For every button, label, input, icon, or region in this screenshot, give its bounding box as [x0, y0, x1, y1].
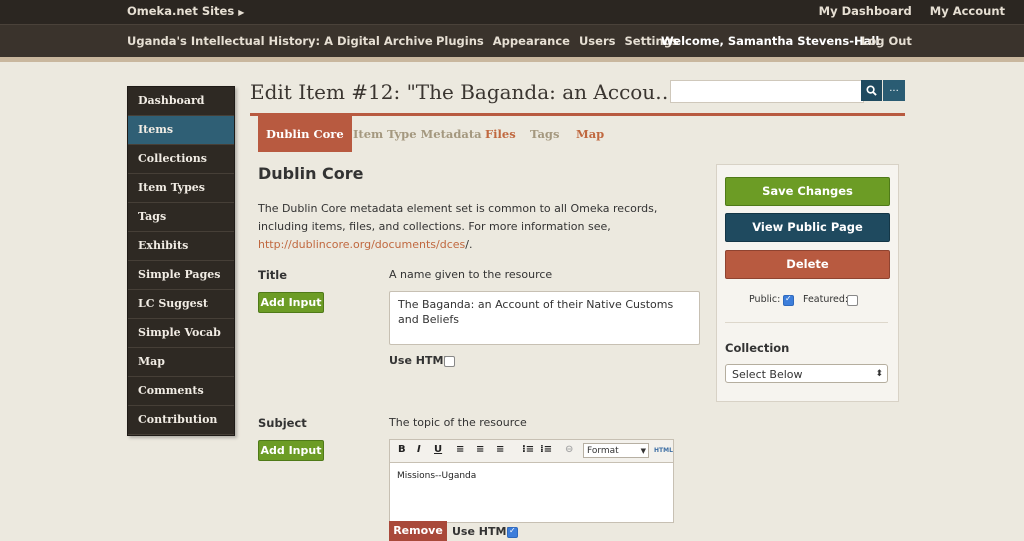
sidebar-item-simple-vocab[interactable]: Simple Vocab	[128, 319, 234, 348]
subject-rich-text-editor[interactable]: B I U ≡ ≡ ≡ ⁝≡ ⁞≡ ⊖ Format ▼ HTML Missio…	[389, 439, 674, 523]
dublin-core-link[interactable]: http://dublincore.org/documents/dces	[258, 238, 465, 251]
sidebar-item-map[interactable]: Map	[128, 348, 234, 377]
description-text: The Dublin Core metadata element set is …	[258, 202, 658, 233]
header-divider	[0, 57, 1024, 62]
html-toggle[interactable]: HTML	[654, 447, 673, 454]
save-changes-button[interactable]: Save Changes	[725, 177, 890, 206]
tab-item-type-metadata[interactable]: Item Type Metadata	[353, 116, 482, 152]
nav-appearance[interactable]: Appearance	[493, 34, 570, 48]
admin-sidebar: Dashboard Items Collections Item Types T…	[127, 86, 235, 436]
underline-icon[interactable]: U	[434, 444, 442, 455]
welcome-user: Welcome, Samantha Stevens-Hall	[661, 34, 880, 48]
sidebar-item-contribution[interactable]: Contribution	[128, 406, 234, 435]
sidebar-item-item-types[interactable]: Item Types	[128, 174, 234, 203]
italic-icon[interactable]: I	[417, 444, 421, 455]
format-select-value: Format	[587, 446, 619, 456]
description-suffix: /.	[465, 238, 473, 251]
tab-map[interactable]: Map	[576, 116, 604, 152]
sidebar-item-simple-pages[interactable]: Simple Pages	[128, 261, 234, 290]
tab-files[interactable]: Files	[485, 116, 516, 152]
select-arrows-icon: ⬍	[875, 369, 883, 379]
title-add-input-button[interactable]: Add Input	[258, 292, 324, 313]
tab-tags[interactable]: Tags	[530, 116, 559, 152]
site-nav-bar: Uganda's Intellectual History: A Digital…	[0, 24, 1024, 58]
subject-use-html-checkbox[interactable]	[507, 526, 518, 538]
subject-field-hint: The topic of the resource	[389, 416, 527, 429]
nav-users[interactable]: Users	[579, 34, 616, 48]
bullet-list-icon[interactable]: ⁝≡	[522, 444, 534, 455]
logout-link[interactable]: Log Out	[861, 34, 912, 48]
collection-select[interactable]: Select Below ⬍	[725, 364, 888, 383]
subject-remove-button[interactable]: Remove	[389, 521, 447, 541]
subject-editor-content[interactable]: Missions--Uganda	[397, 471, 476, 481]
title-field-label: Title	[258, 268, 288, 282]
nav-plugins[interactable]: Plugins	[436, 34, 484, 48]
my-account-link[interactable]: My Account	[930, 4, 1005, 18]
sidebar-item-comments[interactable]: Comments	[128, 377, 234, 406]
top-bar: Omeka.net Sites ▶ My Dashboard My Account	[0, 0, 1024, 24]
sites-label: Omeka.net Sites	[127, 4, 235, 18]
advanced-search-button[interactable]: ...	[883, 80, 905, 101]
sidebar-item-dashboard[interactable]: Dashboard	[128, 87, 234, 116]
subject-field-label: Subject	[258, 416, 307, 430]
featured-label: Featured:	[803, 294, 849, 305]
collection-label: Collection	[725, 341, 790, 355]
search-input[interactable]	[670, 80, 864, 103]
align-right-icon[interactable]: ≡	[496, 444, 504, 455]
collection-select-value: Select Below	[732, 368, 803, 381]
section-title: Dublin Core	[258, 164, 364, 183]
title-use-html-label: Use HTML	[389, 354, 451, 367]
delete-button[interactable]: Delete	[725, 250, 890, 279]
featured-checkbox[interactable]	[847, 295, 858, 306]
title-field-hint: A name given to the resource	[389, 268, 553, 281]
public-checkbox[interactable]	[783, 294, 794, 306]
title-use-html-checkbox[interactable]	[444, 356, 455, 367]
chevron-down-icon: ▼	[640, 447, 646, 455]
sidebar-item-tags[interactable]: Tags	[128, 203, 234, 232]
link-icon[interactable]: ⊖	[565, 444, 573, 455]
bold-icon[interactable]: B	[398, 444, 406, 455]
sidebar-item-items[interactable]: Items	[128, 116, 234, 145]
sidebar-item-lc-suggest[interactable]: LC Suggest	[128, 290, 234, 319]
title-textarea[interactable]: The Baganda: an Account of their Native …	[389, 291, 700, 345]
my-dashboard-link[interactable]: My Dashboard	[819, 4, 912, 18]
tab-dublin-core[interactable]: Dublin Core	[258, 116, 352, 152]
caret-right-icon: ▶	[238, 8, 245, 17]
subject-use-html-label: Use HTML	[452, 525, 514, 538]
view-public-page-button[interactable]: View Public Page	[725, 213, 890, 242]
format-select[interactable]: Format ▼	[583, 443, 649, 458]
omeka-sites-menu[interactable]: Omeka.net Sites ▶	[127, 4, 244, 18]
sidebar-item-exhibits[interactable]: Exhibits	[128, 232, 234, 261]
page-title: Edit Item #12: "The Baganda: an Accou…	[250, 80, 676, 104]
site-title-link[interactable]: Uganda's Intellectual History: A Digital…	[127, 34, 433, 48]
search-icon	[866, 85, 877, 96]
panel-divider	[725, 322, 888, 323]
section-description: The Dublin Core metadata element set is …	[258, 200, 698, 254]
public-label: Public:	[749, 294, 781, 305]
subject-add-input-button[interactable]: Add Input	[258, 440, 324, 461]
editor-toolbar: B I U ≡ ≡ ≡ ⁝≡ ⁞≡ ⊖ Format ▼ HTML	[390, 440, 673, 463]
align-center-icon[interactable]: ≡	[476, 444, 484, 455]
sidebar-item-collections[interactable]: Collections	[128, 145, 234, 174]
align-left-icon[interactable]: ≡	[456, 444, 464, 455]
numbered-list-icon[interactable]: ⁞≡	[540, 444, 552, 455]
search-button[interactable]	[861, 80, 882, 101]
item-save-panel: Save Changes View Public Page Delete Pub…	[716, 164, 899, 402]
